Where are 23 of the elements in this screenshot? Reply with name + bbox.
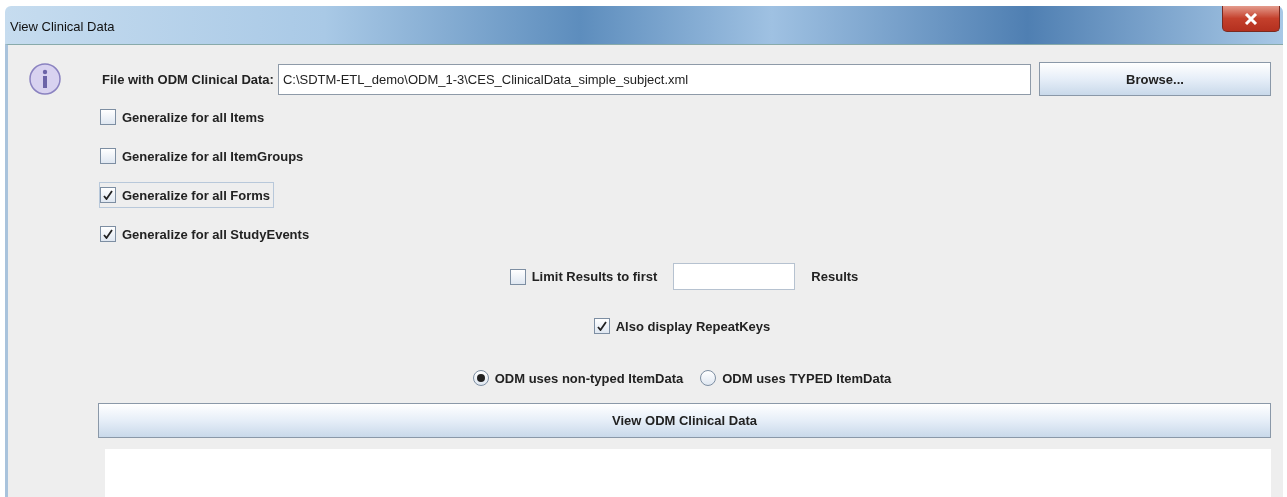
file-label: File with ODM Clinical Data: [102, 71, 274, 87]
browse-button[interactable]: Browse... [1039, 62, 1271, 96]
check-icon [103, 229, 113, 239]
limit-checkbox[interactable]: Limit Results to first [508, 263, 662, 290]
results-label: Results [811, 269, 859, 284]
radio-circle[interactable] [700, 370, 717, 386]
close-icon [1244, 12, 1258, 25]
option-checkbox[interactable]: Generalize for all StudyEvents [99, 221, 314, 247]
close-button[interactable] [1222, 6, 1280, 32]
info-icon [28, 62, 62, 96]
window-title: View Clinical Data [10, 19, 115, 34]
check-icon [596, 321, 607, 331]
repeat-keys-checkbox[interactable]: Also display RepeatKeys [592, 313, 775, 339]
limit-field[interactable] [673, 263, 796, 290]
option-checkbox[interactable]: Generalize for all Forms [99, 182, 275, 208]
option-checkbox[interactable]: Generalize for all ItemGroups [99, 143, 308, 169]
check-icon [103, 190, 113, 200]
view-data-button[interactable]: View ODM Clinical Data [98, 403, 1271, 438]
radio-circle[interactable] [472, 370, 489, 386]
item-data-radio[interactable]: ODM uses TYPED ItemData [699, 365, 896, 391]
item-data-radio[interactable]: ODM uses non-typed ItemData [471, 365, 688, 391]
option-checkbox[interactable]: Generalize for all Items [99, 104, 269, 130]
file-path-field[interactable]: C:\SDTM-ETL_demo\ODM_1-3\CES_ClinicalData_simple_subject.xml [277, 63, 1031, 95]
